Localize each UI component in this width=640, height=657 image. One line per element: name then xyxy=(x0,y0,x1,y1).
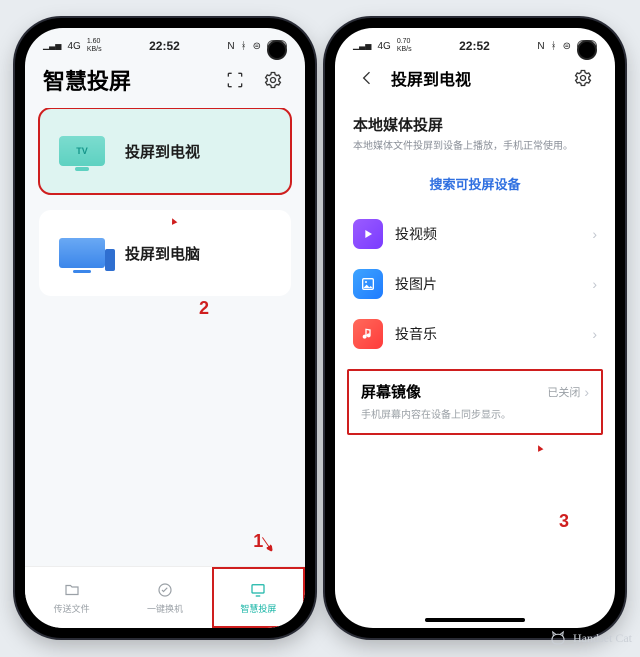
phone-right: ▁▃▅ 4G 0.70 KB/s 22:52 N ᚼ ⊜ 15 xyxy=(325,18,625,638)
image-icon xyxy=(353,269,383,299)
wifi-icon: ⊜ xyxy=(253,41,261,52)
mirror-status: 已关闭› xyxy=(547,384,589,400)
nfc-icon: N xyxy=(537,41,544,52)
row-cast-music[interactable]: 投音乐 › xyxy=(335,309,615,359)
page-header: 智慧投屏 xyxy=(25,58,305,108)
tab-transfer-files[interactable]: 传送文件 xyxy=(25,567,118,628)
tv-icon: TV xyxy=(55,131,109,171)
pc-icon xyxy=(55,233,109,273)
chevron-right-icon: › xyxy=(592,226,597,242)
status-bar: ▁▃▅ 4G 0.70 KB/s 22:52 N ᚼ ⊜ 15 xyxy=(335,28,615,58)
signal-icon: ▁▃▅ xyxy=(353,42,371,50)
search-devices-link[interactable]: 搜索可投屏设备 xyxy=(335,162,615,209)
nfc-icon: N xyxy=(227,41,234,52)
video-icon xyxy=(353,219,383,249)
row-cast-image[interactable]: 投图片 › xyxy=(335,259,615,309)
cast-to-tv-label: 投屏到电视 xyxy=(125,141,200,162)
screen-mirror-row[interactable]: 屏幕镜像 已关闭› 手机屏幕内容在设备上同步显示。 xyxy=(347,369,603,435)
page-header: 投屏到电视 xyxy=(335,58,615,104)
chevron-right-icon: › xyxy=(592,276,597,292)
chevron-right-icon: › xyxy=(584,384,589,400)
phone-left: ▁▃▅ 4G 1.60 KB/s 22:52 N ᚼ ⊜ 15 智慧投屏 xyxy=(15,18,315,638)
clock: 22:52 xyxy=(149,39,180,53)
annotation-3: 3 xyxy=(559,511,569,532)
camera-hole xyxy=(269,42,285,58)
page-title: 投屏到电视 xyxy=(391,66,471,90)
network-type: 4G xyxy=(67,41,80,52)
wifi-icon: ⊜ xyxy=(563,41,571,52)
camera-hole xyxy=(579,42,595,58)
home-indicator[interactable] xyxy=(425,618,525,622)
clock: 22:52 xyxy=(459,39,490,53)
chevron-right-icon: › xyxy=(592,326,597,342)
cast-to-pc-card[interactable]: 投屏到电脑 xyxy=(39,210,291,296)
watermark: Handset Cat xyxy=(549,629,632,647)
settings-icon[interactable] xyxy=(259,66,287,94)
back-icon[interactable] xyxy=(353,64,381,92)
scan-icon[interactable] xyxy=(221,66,249,94)
music-icon xyxy=(353,319,383,349)
tab-phone-clone[interactable]: 一键换机 xyxy=(118,567,211,628)
annotation-2: 2 xyxy=(199,298,209,319)
settings-icon[interactable] xyxy=(569,64,597,92)
bluetooth-icon: ᚼ xyxy=(551,41,557,52)
local-media-title: 本地媒体投屏 xyxy=(335,104,615,137)
cast-to-pc-label: 投屏到电脑 xyxy=(125,243,200,264)
mirror-sub: 手机屏幕内容在设备上同步显示。 xyxy=(361,406,589,421)
page-title: 智慧投屏 xyxy=(43,64,211,96)
mirror-title: 屏幕镜像 xyxy=(361,381,421,402)
bluetooth-icon: ᚼ xyxy=(241,41,247,52)
local-media-sub: 本地媒体文件投屏到设备上播放，手机正常使用。 xyxy=(335,137,615,162)
tab-bar: 传送文件 一键换机 智慧投屏 1 xyxy=(25,566,305,628)
status-bar: ▁▃▅ 4G 1.60 KB/s 22:52 N ᚼ ⊜ 15 xyxy=(25,28,305,58)
cast-to-tv-card[interactable]: TV 投屏到电视 xyxy=(39,108,291,194)
signal-icon: ▁▃▅ xyxy=(43,42,61,50)
tab-smart-cast[interactable]: 智慧投屏 1 xyxy=(212,567,305,628)
row-cast-video[interactable]: 投视频 › xyxy=(335,209,615,259)
